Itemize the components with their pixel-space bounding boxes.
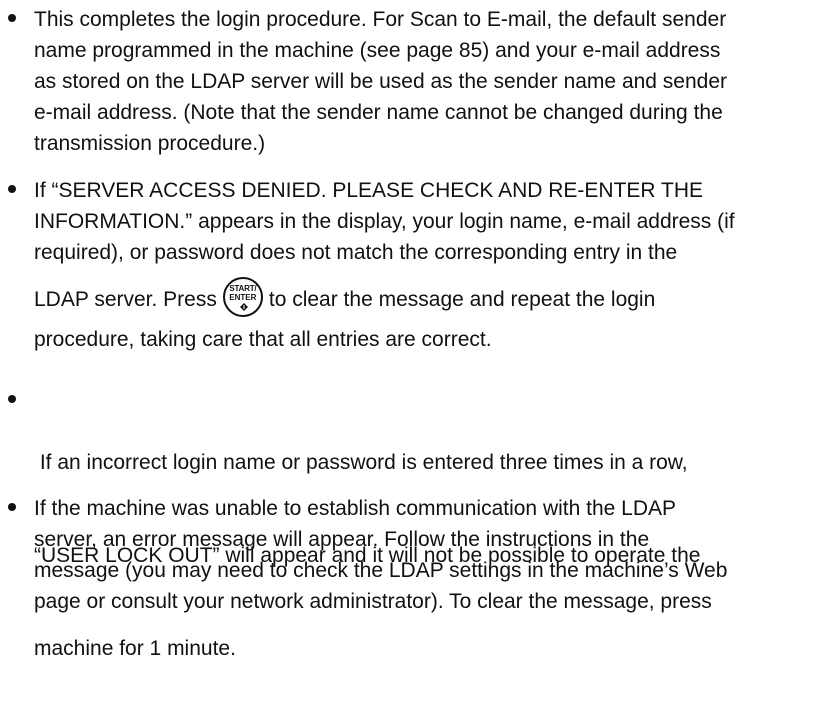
key-label-bottom: ENTER [229,293,257,303]
text-line: page or consult your network administrat… [34,590,712,613]
bullet-icon [8,503,16,511]
start-enter-key: START/ ENTER [222,277,263,318]
press-text: LDAP server. Press [34,288,217,311]
document-page: This completes the login procedure. For … [0,0,827,660]
text-line: INFORMATION.” appears in the display, yo… [34,210,735,233]
paragraph: If the machine was unable to establish c… [34,493,824,617]
bullet-icon [8,185,16,193]
text-line: server, an error message will appear. Fo… [34,528,650,551]
text-line: If the machine was unable to establish c… [34,497,677,520]
text-line: message (you may need to check the LDAP … [34,559,728,582]
text-line: as stored on the LDAP server will be use… [34,70,728,93]
text-line: If “SERVER ACCESS DENIED. PLEASE CHECK A… [34,179,704,202]
bullet-icon [8,395,16,403]
bullet-icon [8,14,16,22]
text-line: name programmed in the machine (see page… [34,39,721,62]
text-line: transmission procedure.) [34,132,266,155]
text-line: LDAP server. Press START/ ENTER to clear… [34,277,824,320]
start-diamond-icon [239,303,248,312]
press-after-text: to clear the message and repeat the logi… [268,288,656,311]
text-line: If an incorrect login name or password i… [34,451,688,474]
text-line: machine for 1 minute. [34,637,236,660]
text-line: This completes the login procedure. For … [34,8,727,31]
paragraph: This completes the login procedure. For … [34,4,824,159]
text-line: procedure, taking care that all entries … [34,328,492,351]
text-line: e-mail address. (Note that the sender na… [34,101,723,124]
paragraph: If “SERVER ACCESS DENIED. PLEASE CHECK A… [34,175,824,355]
text-line: required), or password does not match th… [34,241,678,264]
key-label-top: START/ [229,284,257,294]
